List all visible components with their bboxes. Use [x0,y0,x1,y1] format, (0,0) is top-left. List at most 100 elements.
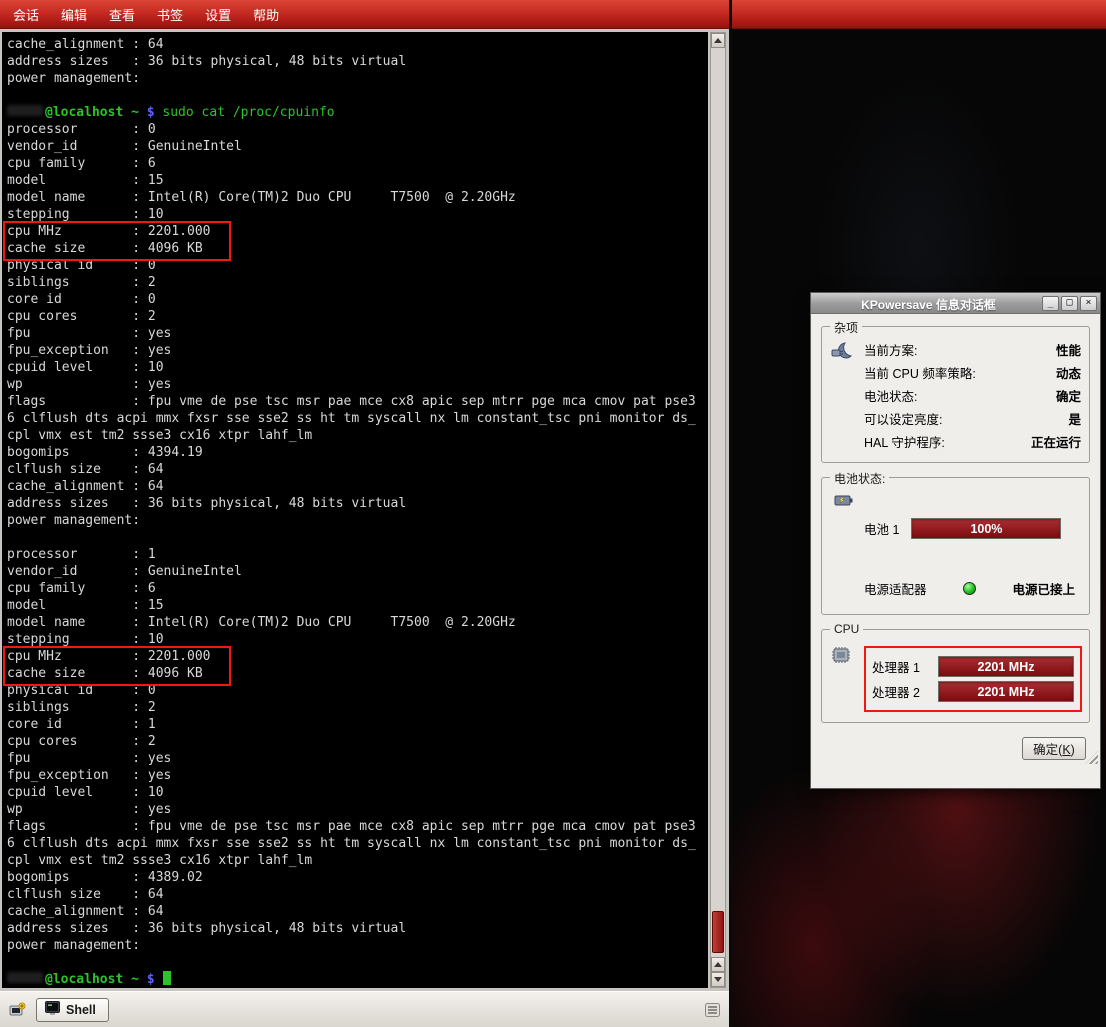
scroll-thumb[interactable] [712,911,724,953]
session-tabbar: Shell [0,991,729,1027]
terminal-line: cache_alignment : 64 [7,478,696,495]
battery-group: 电池状态: 电池 1 100% [821,477,1090,615]
highlight-box-cpu0 [3,221,231,261]
cpu-group: CPU 处理器 12201 MHz处理器 22201 MHz [821,629,1090,723]
terminal-icon [45,1001,60,1018]
terminal-line: cache_alignment : 64 [7,903,696,920]
scroll-down-icon[interactable] [711,972,725,987]
minimize-icon[interactable]: _ [1042,296,1059,311]
menu-item[interactable]: 会话 [2,1,50,28]
terminal-line: fpu : yes [7,750,696,767]
session-list-icon [705,1003,720,1017]
battery-label: 电池 1 [864,519,899,538]
cpu-highlight-box: 处理器 12201 MHz 处理器 2 2201 MHz [864,646,1082,712]
cpu-rows: 处理器 12201 MHz 处理器 2 2201 MHz [872,656,1074,702]
menu-item[interactable]: 查看 [98,1,146,28]
terminal-line [7,87,696,104]
info-label: 当前 CPU 频率策略: [864,365,976,383]
close-icon[interactable]: × [1080,296,1097,311]
terminal-line: cpuid level : 10 [7,784,696,801]
terminal-output: cache_alignment : 64address sizes : 36 b… [7,36,696,988]
misc-rows: 当前方案:性能当前 CPU 频率策略:动态电池状态:确定可以设定亮度:是HAL … [864,341,1081,452]
menu-item[interactable]: 帮助 [242,1,290,28]
maximize-icon[interactable]: □ [1061,296,1078,311]
cpu-frequency-bar: 2201 MHz [938,656,1074,677]
prompt-symbol: $ [139,972,162,987]
terminal-line: model name : Intel(R) Core(TM)2 Duo CPU … [7,189,696,206]
tab-label: Shell [66,1003,96,1017]
terminal-line: vendor_id : GenuineIntel [7,563,696,580]
menubar: 会话编辑查看书签设置帮助 [0,0,729,29]
terminal-line: siblings : 2 [7,699,696,716]
dialog-titlebar[interactable]: KPowersave 信息对话框 _ □ × [811,293,1100,314]
info-row: 电池状态:确定 [864,388,1081,406]
menu-item[interactable]: 设置 [194,1,242,28]
terminal-line: cpu cores : 2 [7,308,696,325]
ok-button[interactable]: 确定(K) [1022,737,1086,760]
terminal-line: cpu family : 6 [7,580,696,597]
power-led-icon [963,582,976,595]
redacted-username [7,972,43,983]
info-value: 确定 [1056,388,1081,406]
terminal-line: cache_alignment : 64 [7,36,696,53]
ok-label-accel: K [1062,743,1070,757]
cpu-row: 处理器 12201 MHz [872,656,1074,677]
terminal-line: cpu cores : 2 [7,733,696,750]
terminal-line: @localhost ~ $ sudo cat /proc/cpuinfo [7,104,696,121]
terminal-line: processor : 1 [7,546,696,563]
battery-icon [834,496,856,513]
session-list-button[interactable] [701,999,723,1021]
battery-value: 100% [970,522,1002,536]
info-value: 正在运行 [1031,434,1081,452]
terminal-line: flags : fpu vme de pse tsc msr pae mce c… [7,393,696,410]
info-row: 可以设定亮度:是 [864,411,1081,429]
prompt-host: @localhost ~ [45,972,139,987]
terminal-line: clflush size : 64 [7,886,696,903]
tab-shell[interactable]: Shell [36,998,109,1022]
terminal-line: fpu_exception : yes [7,767,696,784]
menu-item[interactable]: 编辑 [50,1,98,28]
battery-group-label: 电池状态: [830,470,889,487]
info-value: 性能 [1056,342,1081,360]
cpu-frequency-bar: 2201 MHz [938,681,1074,702]
adapter-status: 电源已接上 [1012,579,1075,598]
terminal-line: power management: [7,70,696,87]
kpowersave-dialog: KPowersave 信息对话框 _ □ × 杂项 [810,292,1101,789]
terminal-screen[interactable]: cache_alignment : 64address sizes : 36 b… [2,32,708,988]
terminal-line: bogomips : 4394.19 [7,444,696,461]
terminal-line [7,529,696,546]
terminal-line: vendor_id : GenuineIntel [7,138,696,155]
battery-progressbar: 100% [911,518,1061,539]
scroll-up-icon[interactable] [711,33,725,48]
terminal-scrollbar[interactable] [710,32,726,988]
terminal-line: 6 clflush dts acpi mmx fxsr sse sse2 ss … [7,410,696,427]
terminal-line: core id : 1 [7,716,696,733]
dialog-body: 杂项 当前方案:性能当前 CPU 频率策略:动态电池状态:确定可以设定亮度:是H… [811,314,1100,766]
info-label: 可以设定亮度: [864,411,942,429]
terminal-line: wp : yes [7,801,696,818]
terminal-line: bogomips : 4389.02 [7,869,696,886]
terminal-line: address sizes : 36 bits physical, 48 bit… [7,920,696,937]
terminal-line: cpl vmx est tm2 ssse3 cx16 xtpr lahf_lm [7,852,696,869]
terminal-line: cpl vmx est tm2 ssse3 cx16 xtpr lahf_lm [7,427,696,444]
prompt-host: @localhost ~ [45,105,139,120]
menu-item[interactable]: 书签 [146,1,194,28]
adapter-label: 电源适配器 [864,579,927,598]
cpu-frequency-value: 2201 MHz [978,660,1035,674]
scroll-up2-icon[interactable] [711,957,725,972]
processor-label: 处理器 2 [872,682,930,701]
new-session-button[interactable] [6,999,28,1021]
terminal-line: processor : 0 [7,121,696,138]
cpu-row: 处理器 2 2201 MHz [872,681,1074,702]
terminal-line: address sizes : 36 bits physical, 48 bit… [7,495,696,512]
desktop: 会话编辑查看书签设置帮助 cache_alignment : 64address… [0,0,1106,1027]
terminal-line: wp : yes [7,376,696,393]
info-row: HAL 守护程序:正在运行 [864,434,1081,452]
terminal-line: cpuid level : 10 [7,359,696,376]
info-row: 当前 CPU 频率策略:动态 [864,365,1081,383]
terminal-window: 会话编辑查看书签设置帮助 cache_alignment : 64address… [0,0,729,1027]
highlight-box-cpu1 [3,646,231,686]
terminal-line: siblings : 2 [7,274,696,291]
video-titlebar[interactable] [732,0,1106,29]
terminal-line: cpu family : 6 [7,155,696,172]
